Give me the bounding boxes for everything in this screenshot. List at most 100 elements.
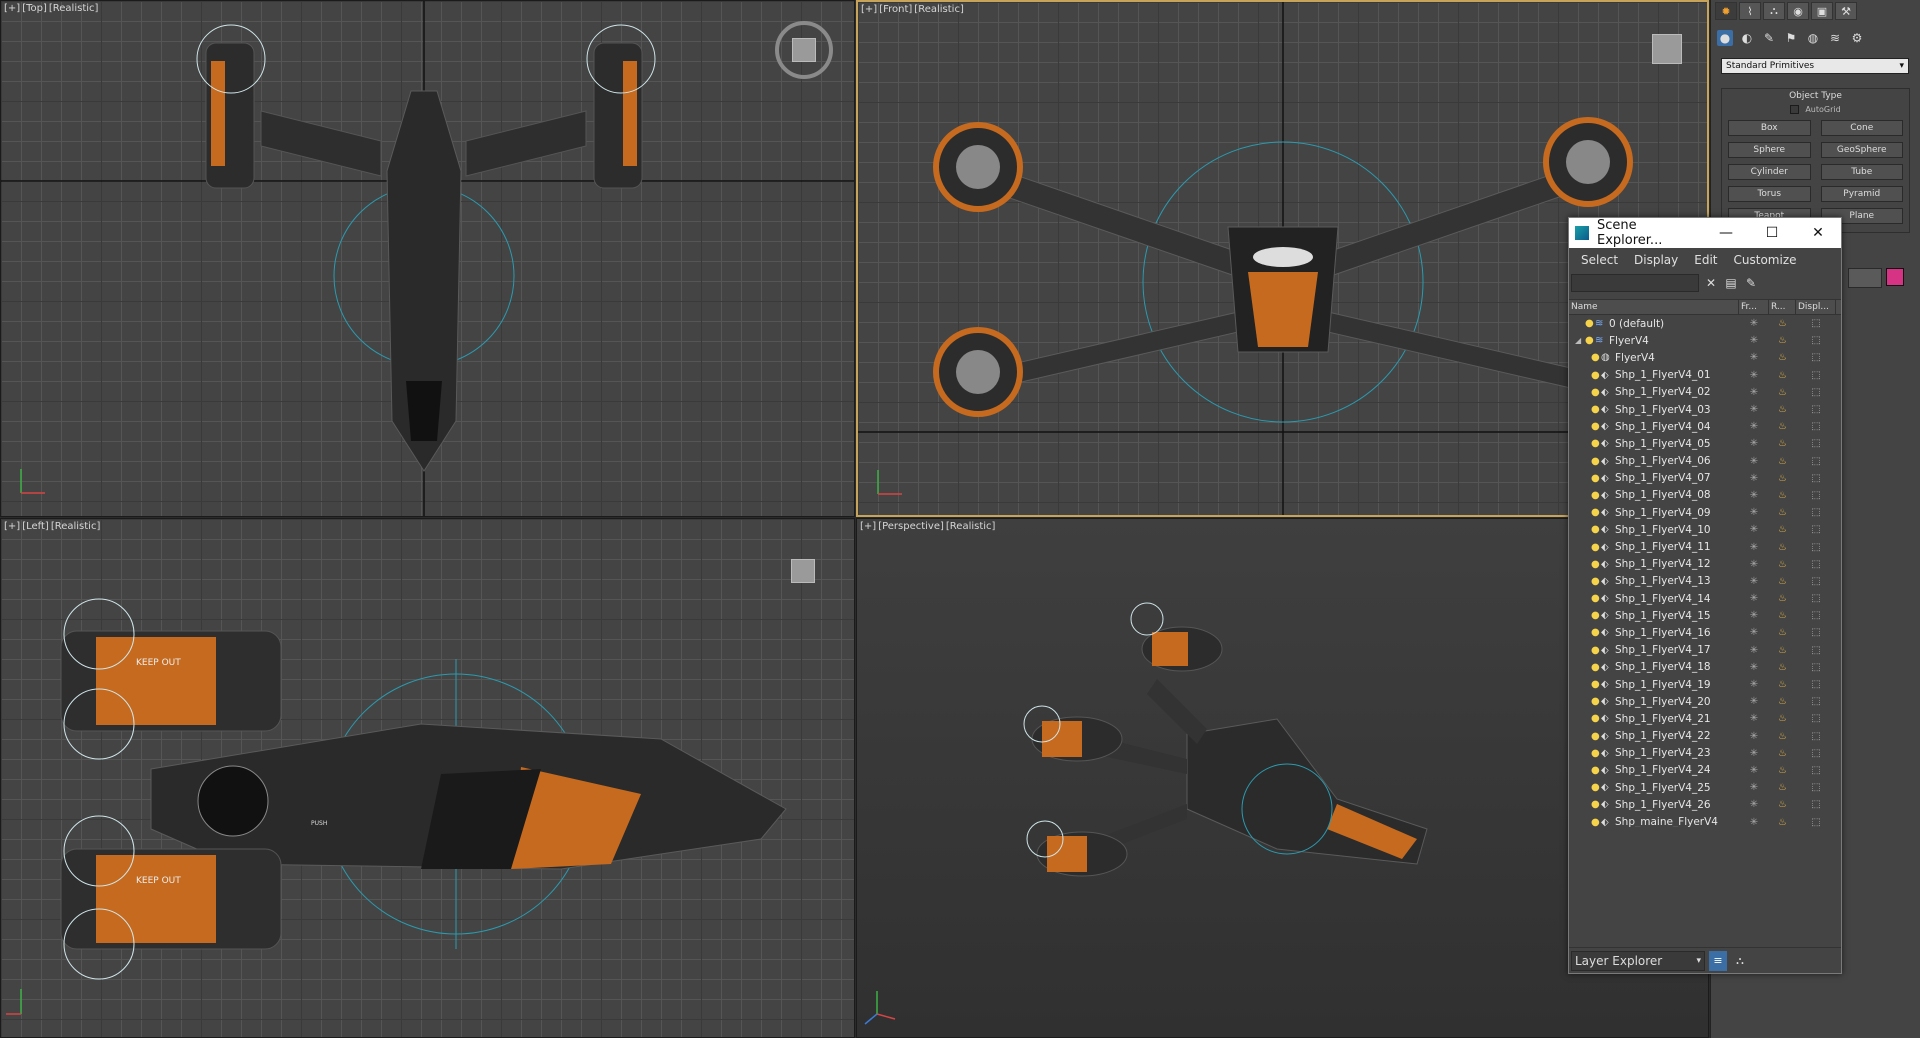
tree-row-name-cell[interactable]: ● ⬖ Shp_1_FlyerV4_10 [1569,524,1739,536]
display-mode-icon[interactable]: ⬚ [1796,404,1836,415]
tree-row-name-cell[interactable]: ● ⬖ Shp_1_FlyerV4_04 [1569,421,1739,433]
freeze-icon[interactable]: ✳ [1739,679,1769,690]
display-mode-icon[interactable]: ⬚ [1796,507,1836,518]
tree-row[interactable]: ● ⬖ Shp_1_FlyerV4_18 ✳ ♨ ⬚ [1569,659,1841,676]
renderable-teapot-icon[interactable]: ♨ [1769,765,1796,776]
display-mode-icon[interactable]: ⬚ [1796,387,1836,398]
freeze-icon[interactable]: ✳ [1739,696,1769,707]
geosphere-button[interactable]: GeoSphere [1820,142,1903,158]
light-bulb-icon[interactable]: ● [1591,370,1601,381]
menu-display[interactable]: Display [1634,253,1678,267]
menu-edit[interactable]: Edit [1694,253,1717,267]
tree-row[interactable]: ● ⬖ Shp_1_FlyerV4_24 ✳ ♨ ⬚ [1569,762,1841,779]
explorer-mode-dropdown[interactable]: Layer Explorer ▾ [1571,950,1705,971]
tree-row-name-cell[interactable]: ● ⬖ Shp_1_FlyerV4_06 [1569,455,1739,467]
light-bulb-icon[interactable]: ● [1591,438,1601,449]
light-bulb-icon[interactable]: ● [1591,627,1601,638]
light-bulb-icon[interactable]: ● [1591,679,1601,690]
renderable-teapot-icon[interactable]: ♨ [1769,335,1796,346]
light-bulb-icon[interactable]: ● [1591,559,1601,570]
renderable-teapot-icon[interactable]: ♨ [1769,352,1796,363]
menu-customize[interactable]: Customize [1734,253,1797,267]
category-dropdown[interactable]: Standard Primitives ▾ [1721,58,1909,74]
renderable-teapot-icon[interactable]: ♨ [1769,627,1796,638]
light-bulb-icon[interactable]: ● [1591,645,1601,656]
tree-row-name-cell[interactable]: ● ⬖ Shp_1_FlyerV4_08 [1569,489,1739,501]
column-name[interactable]: Name [1569,300,1739,314]
freeze-icon[interactable]: ✳ [1739,782,1769,793]
sort-by-hierarchy-icon[interactable]: ⛬ [1731,950,1749,971]
tree-row[interactable]: ● ⬖ Shp_1_FlyerV4_04 ✳ ♨ ⬚ [1569,418,1841,435]
renderable-teapot-icon[interactable]: ♨ [1769,817,1796,827]
tree-row[interactable]: ● ⬖ Shp_1_FlyerV4_05 ✳ ♨ ⬚ [1569,435,1841,452]
renderable-teapot-icon[interactable]: ♨ [1769,782,1796,793]
display-mode-icon[interactable]: ⬚ [1796,421,1836,432]
freeze-icon[interactable]: ✳ [1739,438,1769,449]
geometry-icon[interactable]: ● [1717,30,1733,46]
display-mode-icon[interactable]: ⬚ [1796,524,1836,535]
renderable-teapot-icon[interactable]: ♨ [1769,370,1796,381]
tree-row[interactable]: ● ⬖ Shp_1_FlyerV4_12 ✳ ♨ ⬚ [1569,556,1841,573]
freeze-icon[interactable]: ✳ [1739,765,1769,776]
display-mode-icon[interactable]: ⬚ [1796,593,1836,604]
tree-row-name-cell[interactable]: ● ⬖ Shp_1_FlyerV4_23 [1569,747,1739,759]
freeze-icon[interactable]: ✳ [1739,799,1769,810]
tree-row-name-cell[interactable]: ● ⬖ Shp_1_FlyerV4_15 [1569,610,1739,622]
display-mode-icon[interactable]: ⬚ [1796,559,1836,570]
light-bulb-icon[interactable]: ● [1591,782,1601,793]
light-bulb-icon[interactable]: ● [1585,318,1595,329]
tree-row[interactable]: ● ⬖ Shp_1_FlyerV4_16 ✳ ♨ ⬚ [1569,624,1841,641]
light-bulb-icon[interactable]: ● [1591,387,1601,398]
viewport-top[interactable]: [+] [Top] [Realistic] [0,0,855,517]
minimize-icon[interactable]: — [1703,218,1749,248]
renderable-teapot-icon[interactable]: ♨ [1769,542,1796,553]
display-mode-icon[interactable]: ⬚ [1796,782,1836,793]
pyramid-button[interactable]: Pyramid [1820,186,1903,202]
tree-row[interactable]: ● ⬖ Shp_1_FlyerV4_20 ✳ ♨ ⬚ [1569,693,1841,710]
display-icon[interactable]: ▣ [1811,2,1833,20]
clear-search-icon[interactable]: ✕ [1703,276,1719,290]
renderable-teapot-icon[interactable]: ♨ [1769,576,1796,587]
display-mode-icon[interactable]: ⬚ [1796,352,1836,363]
renderable-teapot-icon[interactable]: ♨ [1769,610,1796,621]
cameras-icon[interactable]: ⚑ [1783,30,1799,46]
light-bulb-icon[interactable]: ● [1591,473,1601,484]
display-mode-icon[interactable]: ⬚ [1796,799,1836,810]
tree-row-name-cell[interactable]: ● ⬖ Shp_1_FlyerV4_09 [1569,507,1739,519]
viewcube-left[interactable] [791,559,815,583]
display-mode-icon[interactable]: ⬚ [1796,473,1836,484]
freeze-icon[interactable]: ✳ [1739,627,1769,638]
freeze-icon[interactable]: ✳ [1739,318,1769,329]
freeze-icon[interactable]: ✳ [1739,645,1769,656]
tree-row-name-cell[interactable]: ● ⬖ Shp_1_FlyerV4_16 [1569,627,1739,639]
cone-button[interactable]: Cone [1820,120,1903,136]
display-mode-icon[interactable]: ⬚ [1796,817,1836,827]
light-bulb-icon[interactable]: ● [1591,490,1601,501]
tree-row[interactable]: ● ⬖ Shp_1_FlyerV4_14 ✳ ♨ ⬚ [1569,590,1841,607]
tree-row-name-cell[interactable]: ● ⬖ Shp_1_FlyerV4_07 [1569,472,1739,484]
tree-row-name-cell[interactable]: ● ⬖ Shp_1_FlyerV4_14 [1569,593,1739,605]
light-bulb-icon[interactable]: ● [1591,576,1601,587]
freeze-icon[interactable]: ✳ [1739,576,1769,587]
collapse-arrow-icon[interactable]: ◢ [1575,336,1585,345]
tree-row[interactable]: ● ◍ FlyerV4 ✳ ♨ ⬚ [1569,349,1841,366]
tree-row-name-cell[interactable]: ● ⬖ Shp_1_FlyerV4_26 [1569,799,1739,811]
light-bulb-icon[interactable]: ● [1591,593,1601,604]
renderable-teapot-icon[interactable]: ♨ [1769,404,1796,415]
utilities-icon[interactable]: ⚒ [1835,2,1857,20]
freeze-icon[interactable]: ✳ [1739,456,1769,467]
display-mode-icon[interactable]: ⬚ [1796,662,1836,673]
tree-row-name-cell[interactable]: ● ⬖ Shp_1_FlyerV4_22 [1569,730,1739,742]
light-bulb-icon[interactable]: ● [1591,765,1601,776]
renderable-teapot-icon[interactable]: ♨ [1769,679,1796,690]
shapes-icon[interactable]: ◐ [1739,30,1755,46]
renderable-teapot-icon[interactable]: ♨ [1769,490,1796,501]
renderable-teapot-icon[interactable]: ♨ [1769,731,1796,742]
freeze-icon[interactable]: ✳ [1739,610,1769,621]
display-mode-icon[interactable]: ⬚ [1796,490,1836,501]
light-bulb-icon[interactable]: ● [1591,404,1601,415]
tree-row-name-cell[interactable]: ● ⬖ Shp_1_FlyerV4_11 [1569,541,1739,553]
torus-button[interactable]: Torus [1728,186,1811,202]
renderable-teapot-icon[interactable]: ♨ [1769,473,1796,484]
tree-row[interactable]: ● ⬖ Shp_maine_FlyerV4 ✳ ♨ ⬚ [1569,813,1841,827]
